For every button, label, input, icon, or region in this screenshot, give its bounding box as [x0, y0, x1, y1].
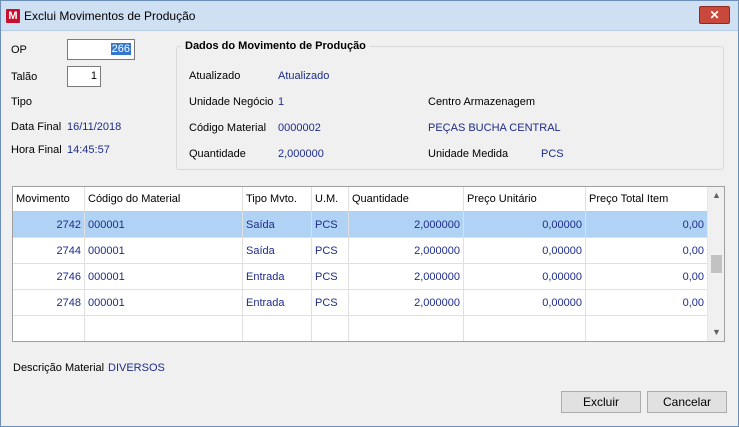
centro-armazenagem-label: Centro Armazenagem — [428, 96, 535, 108]
descricao-material-value: DIVERSOS — [108, 362, 165, 374]
cell-quantidade: 2,000000 — [349, 264, 464, 290]
table-row[interactable]: 2748 000001 Entrada PCS 2,000000 0,00000 0,00 — [13, 290, 707, 316]
chevron-up-icon[interactable]: ▲ — [708, 187, 724, 204]
hora-final-value: 14:45:57 — [67, 144, 110, 156]
dialog-window: M Exclui Movimentos de Produção ✕ OP 266… — [0, 0, 739, 427]
unidade-medida-label: Unidade Medida — [428, 148, 509, 160]
col-movimento[interactable]: Movimento — [13, 187, 85, 212]
movements-grid[interactable]: Movimento Código do Material Tipo Mvto. … — [12, 186, 725, 342]
cell-movimento: 2742 — [13, 212, 85, 238]
cell-codigo-material: 000001 — [85, 290, 243, 316]
talao-label: Talão — [11, 71, 38, 83]
cell-tipo-mvto: Saída — [243, 238, 312, 264]
cell-movimento: 2746 — [13, 264, 85, 290]
empty-cell — [13, 316, 85, 341]
cell-um: PCS — [312, 264, 349, 290]
empty-cell — [243, 316, 312, 341]
chevron-down-icon[interactable]: ▼ — [708, 324, 724, 341]
cell-quantidade: 2,000000 — [349, 290, 464, 316]
data-final-value: 16/11/2018 — [67, 121, 122, 133]
cell-movimento: 2748 — [13, 290, 85, 316]
scrollbar-thumb[interactable] — [711, 255, 722, 273]
excluir-button[interactable]: Excluir — [561, 391, 641, 413]
cell-movimento: 2744 — [13, 238, 85, 264]
window-title: Exclui Movimentos de Produção — [24, 9, 196, 23]
cell-quantidade: 2,000000 — [349, 238, 464, 264]
table-row[interactable]: 2742 000001 Saída PCS 2,000000 0,00000 0,00 — [13, 212, 707, 238]
app-logo-icon: M — [6, 9, 20, 23]
cancelar-button[interactable]: Cancelar — [647, 391, 727, 413]
empty-cell — [464, 316, 586, 341]
empty-cell — [312, 316, 349, 341]
empty-cell — [85, 316, 243, 341]
hora-final-label: Hora Final — [11, 144, 62, 156]
cancelar-button-label: Cancelar — [662, 395, 712, 409]
cell-preco-unitario: 0,00000 — [464, 238, 586, 264]
cell-tipo-mvto: Saída — [243, 212, 312, 238]
codigo-material-label: Código Material — [189, 122, 267, 134]
cell-preco-unitario: 0,00000 — [464, 264, 586, 290]
data-final-label: Data Final — [11, 121, 62, 133]
unidade-negocio-value: 1 — [278, 96, 285, 108]
title-bar: M Exclui Movimentos de Produção ✕ — [1, 1, 738, 31]
cell-um: PCS — [312, 238, 349, 264]
quantidade-value: 2,000000 — [278, 148, 324, 160]
cell-um: PCS — [312, 212, 349, 238]
op-value: 266 — [110, 43, 131, 55]
quantidade-label: Quantidade — [189, 148, 246, 160]
cell-preco-total: 0,00 — [682, 271, 704, 283]
cell-tipo-mvto: Entrada — [243, 290, 312, 316]
cell-codigo-material: 000001 — [85, 238, 243, 264]
col-um[interactable]: U.M. — [312, 187, 349, 212]
descricao-material-label: Descrição Material — [13, 362, 105, 374]
material-description-value: PEÇAS BUCHA CENTRAL — [428, 122, 561, 134]
excluir-button-label: Excluir — [582, 395, 619, 409]
talao-input[interactable]: 1 — [67, 66, 101, 87]
table-row[interactable]: 2746 000001 Entrada PCS 2,000000 0,00000 0,00 — [13, 264, 707, 290]
cell-preco-total: 0,00 — [682, 219, 704, 231]
cell-um: PCS — [312, 290, 349, 316]
tipo-label: Tipo — [11, 96, 32, 108]
empty-row — [13, 316, 707, 341]
atualizado-label: Atualizado — [189, 70, 241, 82]
unidade-negocio-label: Unidade Negócio — [189, 96, 274, 108]
col-preco-unitario[interactable]: Preço Unitário — [464, 187, 586, 212]
empty-cell — [349, 316, 464, 341]
atualizado-value: Atualizado — [278, 70, 330, 82]
col-tipo-mvto[interactable]: Tipo Mvto. — [243, 187, 312, 212]
col-preco-total[interactable]: Preço Total Item — [586, 187, 707, 212]
group-title: Dados do Movimento de Produção — [181, 40, 370, 52]
unidade-medida-value: PCS — [541, 148, 564, 160]
op-input[interactable]: 266 — [67, 39, 135, 60]
cell-codigo-material: 000001 — [85, 212, 243, 238]
cell-preco-total: 0,00 — [682, 297, 704, 309]
cell-tipo-mvto: Entrada — [243, 264, 312, 290]
cell-preco-total: 0,00 — [682, 245, 704, 257]
codigo-material-value: 0000002 — [278, 122, 321, 134]
op-label: OP — [11, 44, 27, 56]
cell-quantidade: 2,000000 — [349, 212, 464, 238]
cell-preco-unitario: 0,00000 — [464, 212, 586, 238]
col-quantidade[interactable]: Quantidade — [349, 187, 464, 212]
col-codigo-material[interactable]: Código do Material — [85, 187, 243, 212]
cell-preco-unitario: 0,00000 — [464, 290, 586, 316]
grid-header: Movimento Código do Material Tipo Mvto. … — [13, 187, 707, 212]
cell-codigo-material: 000001 — [85, 264, 243, 290]
vertical-scrollbar[interactable]: ▲ ▼ — [707, 187, 724, 341]
table-row[interactable]: 2744 000001 Saída PCS 2,000000 0,00000 0,00 — [13, 238, 707, 264]
close-button[interactable]: ✕ — [699, 6, 730, 24]
